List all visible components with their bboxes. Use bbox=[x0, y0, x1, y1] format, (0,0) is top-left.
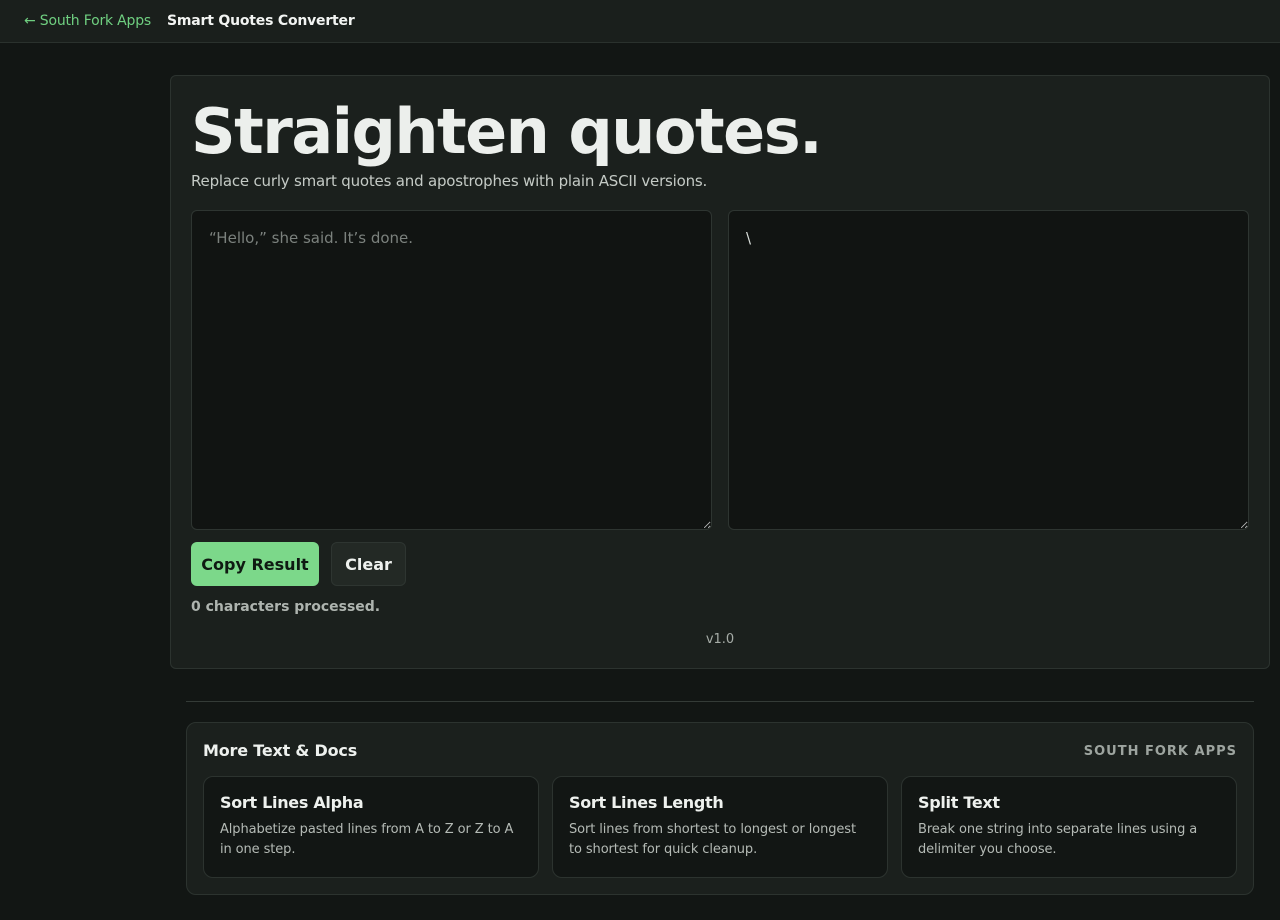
page-subtitle: Replace curly smart quotes and apostroph… bbox=[191, 172, 708, 190]
page-headline: Straighten quotes. bbox=[191, 95, 823, 168]
status-text: 0 characters processed. bbox=[191, 599, 381, 615]
app-tile-title: Sort Lines Length bbox=[569, 793, 724, 812]
app-tile-title: Split Text bbox=[918, 793, 1000, 812]
version-label: v1.0 bbox=[705, 632, 735, 647]
more-apps-title: More Text & Docs bbox=[203, 741, 358, 760]
app-tile-description: Break one string into separate lines usi… bbox=[918, 822, 1198, 857]
top-bar: ← South Fork Apps Smart Quotes Converter bbox=[0, 0, 1280, 43]
app-tile-description: Alphabetize pasted lines from A to Z or … bbox=[220, 822, 514, 857]
app-tile-description: Sort lines from shortest to longest or l… bbox=[569, 822, 856, 857]
app-tile-sort-lines-length[interactable]: Sort Lines Length Sort lines from shorte… bbox=[552, 776, 888, 878]
tool-title: Smart Quotes Converter bbox=[167, 13, 355, 29]
clear-button[interactable]: Clear bbox=[331, 542, 406, 586]
section-divider bbox=[186, 701, 1254, 702]
copy-result-button[interactable]: Copy Result bbox=[191, 542, 319, 586]
app-tile-split-text[interactable]: Split Text Break one string into separat… bbox=[901, 776, 1237, 878]
back-to-south-fork-apps-link[interactable]: ← South Fork Apps bbox=[24, 13, 151, 29]
input-textarea[interactable] bbox=[191, 210, 712, 530]
converter-card: Straighten quotes. Replace curly smart q… bbox=[170, 75, 1270, 669]
output-textarea[interactable] bbox=[728, 210, 1249, 530]
app-tile-sort-lines-alpha[interactable]: Sort Lines Alpha Alphabetize pasted line… bbox=[203, 776, 539, 878]
brand-label: SOUTH FORK APPS bbox=[1083, 744, 1237, 759]
more-apps-section: More Text & Docs SOUTH FORK APPS Sort Li… bbox=[186, 722, 1254, 895]
app-tile-title: Sort Lines Alpha bbox=[220, 793, 364, 812]
